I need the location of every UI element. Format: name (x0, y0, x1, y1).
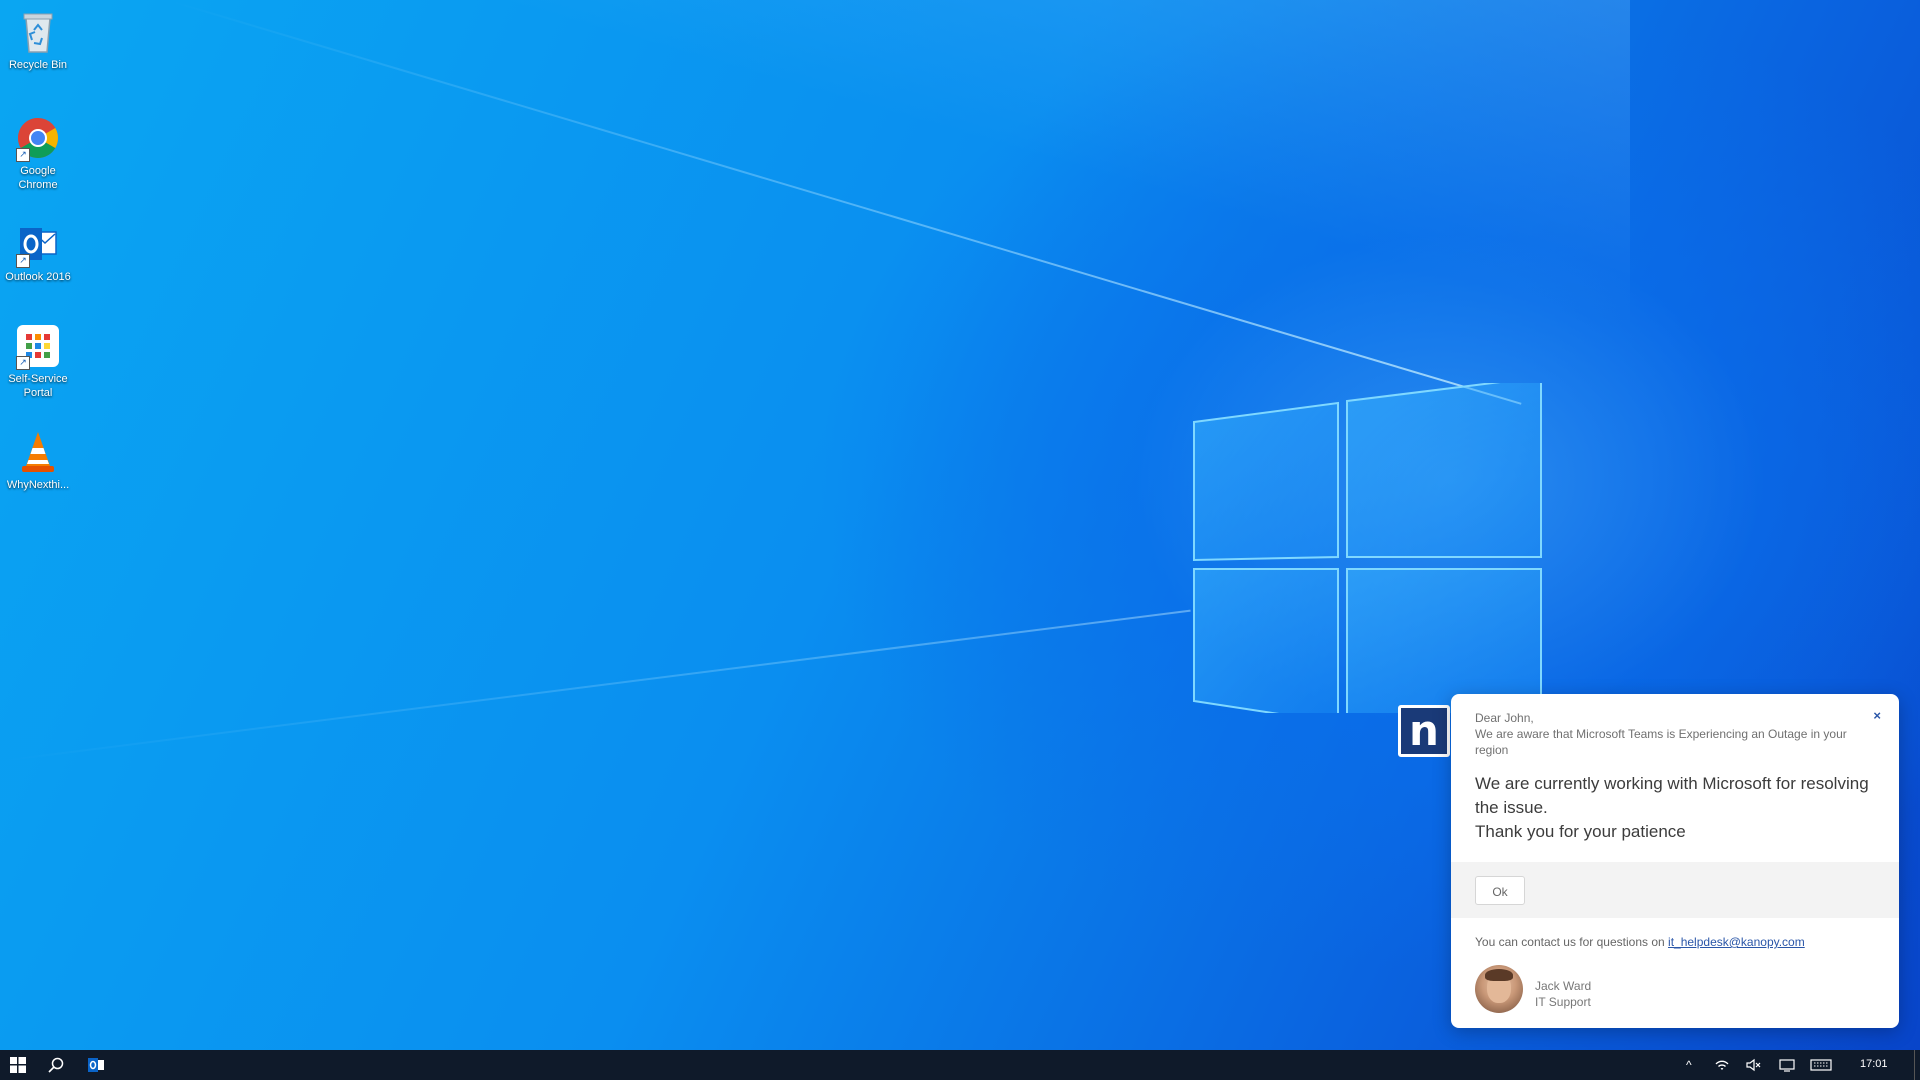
contact-text: You can contact us for questions on (1475, 935, 1665, 949)
desktop-icon-label: Self-Service Portal (8, 373, 68, 399)
network-icon[interactable] (1714, 1058, 1730, 1072)
shortcut-arrow-icon: ↗ (16, 254, 30, 268)
show-hidden-icons-chevron[interactable]: ^ (1686, 1058, 1692, 1072)
taskbar: ^ 17:01 (0, 1050, 1920, 1080)
light-beam (0, 609, 1191, 762)
notification-intro: We are aware that Microsoft Teams is Exp… (1475, 727, 1847, 757)
desktop-background: Recycle Bin ↗ Google Chrome ↗ Outlook 20… (0, 0, 1920, 1080)
taskbar-outlook-button[interactable] (76, 1050, 116, 1080)
show-desktop-button[interactable] (1914, 1050, 1915, 1080)
outlook-icon (88, 1058, 104, 1072)
notification-message: We are currently working with Microsoft … (1451, 758, 1899, 844)
signer-info: Jack Ward IT Support (1535, 978, 1591, 1010)
shortcut-arrow-icon: ↗ (16, 148, 30, 162)
light-beam-glow (230, 0, 1630, 420)
notification-greeting: Dear John, (1475, 711, 1534, 725)
helpdesk-email-link[interactable]: it_helpdesk@kanopy.com (1668, 935, 1805, 949)
search-button[interactable] (38, 1050, 74, 1080)
notification-contact: You can contact us for questions on it_h… (1475, 935, 1805, 949)
signer-title: IT Support (1535, 995, 1591, 1009)
windows-start-icon (10, 1057, 26, 1073)
portal-grid-icon: ↗ (14, 322, 62, 370)
desktop-icon-outlook[interactable]: ↗ Outlook 2016 (0, 220, 76, 284)
desktop-icon-label: WhyNexthi... (6, 479, 70, 491)
notification-header: Dear John, We are aware that Microsoft T… (1451, 694, 1899, 758)
windows-logo-wallpaper (1193, 383, 1542, 713)
desktop-icon-label: Outlook 2016 (5, 271, 71, 283)
notification-brand-logo: n (1398, 705, 1450, 757)
action-center-display-icon[interactable] (1778, 1058, 1796, 1072)
avatar (1475, 965, 1523, 1013)
shortcut-arrow-icon: ↗ (16, 356, 30, 370)
ok-button[interactable]: Ok (1475, 876, 1525, 905)
notification-message-line: We are currently working with Microsoft … (1475, 774, 1869, 817)
chrome-icon: ↗ (14, 114, 62, 162)
notification-button-area: Ok (1451, 862, 1899, 918)
recycle-bin-icon (14, 8, 62, 56)
desktop-icon-self-service-portal[interactable]: ↗ Self-Service Portal (0, 322, 76, 400)
start-button[interactable] (0, 1050, 36, 1080)
close-icon[interactable]: × (1873, 708, 1881, 723)
vlc-cone-icon (14, 428, 62, 476)
taskbar-clock[interactable]: 17:01 (1860, 1058, 1888, 1070)
outlook-icon: ↗ (14, 220, 62, 268)
brand-logo-letter: n (1409, 706, 1439, 755)
volume-muted-icon[interactable] (1746, 1058, 1762, 1072)
signer-name: Jack Ward (1535, 979, 1592, 993)
notification-message-line: Thank you for your patience (1475, 822, 1686, 841)
desktop-icon-recycle-bin[interactable]: Recycle Bin (0, 8, 76, 72)
desktop-icon-label: Google Chrome (18, 165, 58, 191)
notification-popup: × Dear John, We are aware that Microsoft… (1451, 694, 1899, 1028)
desktop-icon-label: Recycle Bin (8, 59, 68, 71)
keyboard-icon[interactable] (1810, 1058, 1832, 1072)
search-icon (48, 1057, 64, 1073)
desktop-icon-vlc-file[interactable]: WhyNexthi... (0, 428, 76, 492)
desktop-icon-google-chrome[interactable]: ↗ Google Chrome (0, 114, 76, 192)
